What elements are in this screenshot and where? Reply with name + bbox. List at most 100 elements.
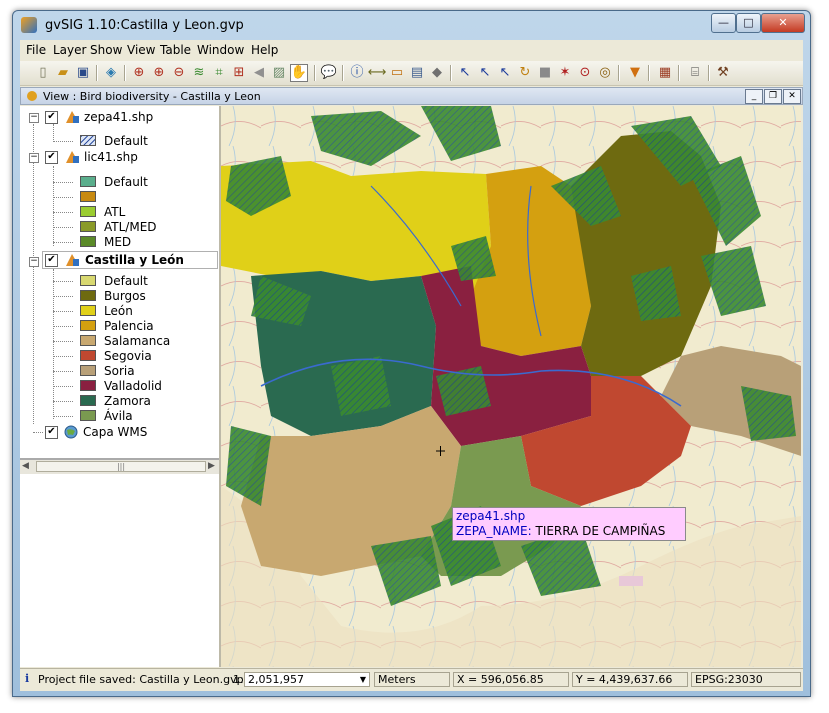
legend-item: Ávila: [20, 409, 219, 424]
table-icon[interactable]: ▦: [656, 64, 674, 82]
filter-icon[interactable]: ▼: [626, 64, 644, 82]
map-canvas[interactable]: zepa41.shp ZEPA_NAME: TIERRA DE CAMPIÑAS: [221, 106, 801, 667]
legend-item: MED: [20, 235, 219, 250]
layer-lic41[interactable]: − ✔ lic41.shp: [20, 150, 219, 165]
globe-icon: [64, 425, 79, 439]
status-message: Project file saved: Castilla y Leon.gvp: [38, 673, 244, 686]
measure-distance-icon[interactable]: ⟷: [368, 64, 387, 82]
collapse-toggle[interactable]: −: [29, 257, 39, 267]
next-icon[interactable]: ▨: [270, 64, 288, 82]
legend-item: Default: [20, 175, 219, 190]
legend-label: Soria: [104, 364, 135, 378]
chevron-down-icon[interactable]: ▼: [360, 673, 366, 686]
previous-icon[interactable]: ◀: [250, 64, 268, 82]
tree-connector: [53, 341, 73, 342]
toolbar-separator: [678, 65, 680, 81]
legend-item: Segovia: [20, 349, 219, 364]
menu-help[interactable]: Help: [251, 43, 278, 57]
epsg-field: EPSG:23030: [691, 672, 801, 687]
layer-capa-wms[interactable]: ✔ Capa WMS: [20, 425, 219, 440]
info-status-icon: i: [25, 672, 30, 685]
legend-label: Salamanca: [104, 334, 171, 348]
menu-table[interactable]: Table: [160, 43, 191, 57]
select-rect-icon[interactable]: ↖: [476, 64, 494, 82]
legend-swatch: [80, 290, 96, 301]
minimize-button[interactable]: —: [711, 13, 736, 33]
legend-swatch: [80, 380, 96, 391]
zoom-minus-icon[interactable]: ⊖: [170, 64, 188, 82]
toolbar: ▯ ▰ ▣ ◈ ⊕ ⊕ ⊖ ≋ ⌗ ⊞ ◀ ▨ ✋ 💬 ⓘ ⟷ ▭ ▤ ◆ ↖ …: [20, 61, 803, 86]
layer-visibility-checkbox[interactable]: ✔: [45, 111, 58, 124]
zoom-extent-icon[interactable]: ⌗: [210, 64, 228, 82]
select-area-icon[interactable]: ✶: [556, 64, 574, 82]
view-restore-button[interactable]: ❐: [764, 89, 782, 104]
collapse-toggle[interactable]: −: [29, 153, 39, 163]
legend-label: ATL: [104, 205, 126, 219]
grid-icon[interactable]: ⌸: [686, 64, 704, 82]
window-title: gvSIG 1.10:Castilla y Leon.gvp: [45, 18, 244, 33]
legend-swatch: [80, 206, 96, 217]
view-minimize-button[interactable]: _: [745, 89, 763, 104]
view-title: View : Bird biodiversity - Castilla y Le…: [43, 90, 261, 103]
info-bubble-icon[interactable]: 💬: [320, 64, 338, 82]
toolbar-separator: [124, 65, 126, 81]
legend-label: ATL/MED: [104, 220, 157, 234]
legend-label: Ávila: [104, 409, 133, 423]
legend-swatch: [80, 135, 96, 146]
legend-label: Zamora: [104, 394, 151, 408]
menu-show[interactable]: Show: [90, 43, 122, 57]
y-coordinate: Y = 4,439,637.66: [572, 672, 688, 687]
scale-combobox[interactable]: 2,051,957 ▼: [244, 672, 370, 687]
ruler-icon[interactable]: ▤: [408, 64, 426, 82]
zepa-area[interactable]: [331, 356, 391, 416]
pan-icon[interactable]: ✋: [290, 64, 308, 82]
measure-area-icon[interactable]: ▭: [388, 64, 406, 82]
select-circle-icon[interactable]: ⊙: [576, 64, 594, 82]
menu-file[interactable]: File: [26, 43, 46, 57]
menu-layer[interactable]: Layer: [53, 43, 86, 57]
view-close-button[interactable]: ✕: [783, 89, 801, 104]
tooltip-layer-name: zepa41.shp: [456, 509, 526, 523]
layer-visibility-checkbox[interactable]: ✔: [45, 426, 58, 439]
zoom-plus-icon[interactable]: ⊕: [150, 64, 168, 82]
map-svg[interactable]: [221, 106, 801, 667]
tree-connector: [53, 141, 73, 142]
table-of-contents: − ✔ zepa41.shp Default − ✔ lic41.shp Def…: [20, 106, 221, 667]
collapse-toggle[interactable]: −: [29, 113, 39, 123]
tree-connector: [53, 281, 73, 282]
legend-label: Palencia: [104, 319, 154, 333]
view-titlebar[interactable]: View : Bird biodiversity - Castilla y Le…: [20, 87, 803, 105]
info-icon[interactable]: ⓘ: [348, 64, 366, 82]
target-icon[interactable]: ◎: [596, 64, 614, 82]
legend-item: ATL: [20, 205, 219, 220]
layer-visibility-checkbox[interactable]: ✔: [45, 254, 58, 267]
layer-castilla-y-leon[interactable]: ✔ Castilla y León: [42, 251, 218, 269]
scroll-thumb[interactable]: |||: [36, 461, 206, 472]
zoom-selection-icon[interactable]: ⊞: [230, 64, 248, 82]
graphic-icon[interactable]: ◆: [428, 64, 446, 82]
tree-connector: [53, 212, 73, 213]
new-icon[interactable]: ▯: [34, 64, 52, 82]
save-icon[interactable]: ▣: [74, 64, 92, 82]
select-rotate-icon[interactable]: ↻: [516, 64, 534, 82]
maximize-button[interactable]: □: [736, 13, 761, 33]
select-poly-icon[interactable]: ↖: [496, 64, 514, 82]
title-bar[interactable]: gvSIG 1.10:Castilla y Leon.gvp — □ ✕: [13, 11, 810, 39]
close-button[interactable]: ✕: [761, 13, 805, 33]
menu-view[interactable]: View: [127, 43, 155, 57]
layers-icon[interactable]: ≋: [190, 64, 208, 82]
legend-swatch: [80, 410, 96, 421]
scroll-right-icon[interactable]: ▶: [208, 461, 215, 471]
scroll-left-icon[interactable]: ◀: [22, 461, 29, 471]
toc-horizontal-scrollbar[interactable]: ◀ ||| ▶: [20, 459, 219, 474]
layer-zepa41[interactable]: − ✔ zepa41.shp: [20, 110, 219, 125]
layer-add-icon[interactable]: ◈: [102, 64, 120, 82]
tools-icon[interactable]: ⚒: [714, 64, 732, 82]
select-shape-icon[interactable]: ■: [536, 64, 554, 82]
menu-window[interactable]: Window: [197, 43, 244, 57]
zoom-in-icon[interactable]: ⊕: [130, 64, 148, 82]
layer-visibility-checkbox[interactable]: ✔: [45, 151, 58, 164]
legend-item: Default: [20, 134, 219, 149]
open-icon[interactable]: ▰: [54, 64, 72, 82]
select-icon[interactable]: ↖: [456, 64, 474, 82]
